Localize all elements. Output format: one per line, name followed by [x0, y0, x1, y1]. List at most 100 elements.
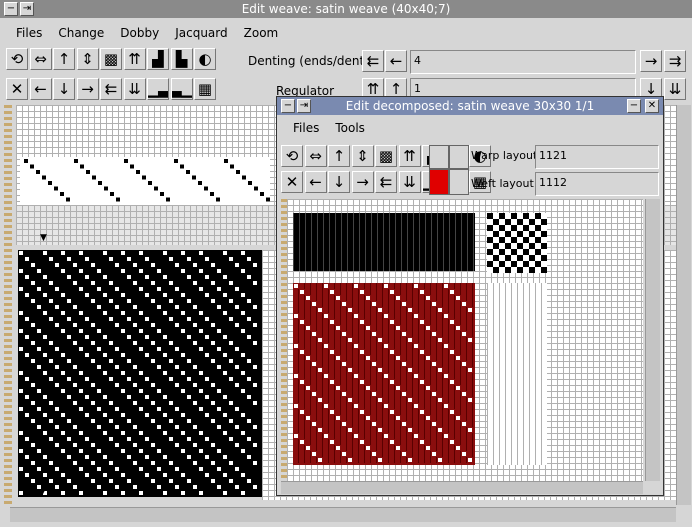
window-menu-button[interactable]: − — [4, 2, 18, 16]
denting-left-icon[interactable]: ← — [385, 50, 407, 72]
double-arrow-down-icon[interactable]: ⇊ — [123, 78, 146, 100]
flip-vertical-icon[interactable]: ⇕ — [76, 48, 99, 70]
arrow-down-icon[interactable]: ↓ — [53, 78, 75, 100]
double-arrow-up-icon[interactable]: ⇈ — [123, 48, 146, 70]
clear-icon[interactable]: ✕ — [6, 78, 28, 100]
weave-drawdown[interactable] — [18, 250, 262, 497]
decomposed-grid-line — [352, 289, 353, 295]
decomposed-title-bar[interactable]: Edit decomposed: satin weave 30x30 1/1 — [277, 97, 663, 115]
decomposed-white-cell — [402, 452, 406, 456]
drawdown-white-cell — [169, 257, 173, 261]
decomposed-grid-line — [328, 337, 329, 343]
menu-jacquard[interactable]: Jacquard — [167, 26, 235, 40]
sub-vertical-scrollbar[interactable] — [645, 199, 660, 481]
flip-horizontal-icon[interactable]: ⇔ — [29, 48, 52, 70]
drawdown-white-cell — [61, 473, 65, 477]
decomposed-window[interactable]: Edit decomposed: satin weave 30x30 1/1 −… — [276, 96, 664, 496]
drawdown-white-cell — [217, 329, 221, 333]
decomposed-draft-area[interactable] — [281, 199, 643, 481]
arrow-down-icon[interactable]: ↓ — [328, 171, 350, 193]
sub-window-pin-button[interactable]: ⇥ — [297, 99, 311, 113]
decomposed-grid-line — [304, 361, 305, 367]
double-arrow-down-icon[interactable]: ⇊ — [398, 171, 421, 193]
drawdown-white-cell — [253, 485, 257, 489]
decomposed-grid-line — [430, 427, 431, 433]
sub-menu-tools[interactable]: Tools — [327, 121, 373, 135]
sub-menu-files[interactable]: Files — [285, 121, 327, 135]
steps-up-icon[interactable]: ▟ — [147, 48, 169, 70]
decomposed-grid-line — [352, 409, 353, 415]
arrow-left-icon[interactable]: ← — [29, 78, 52, 100]
clear-icon[interactable]: ✕ — [281, 171, 303, 193]
checker-cell — [529, 219, 535, 225]
arrow-left-icon[interactable]: ← — [304, 171, 327, 193]
denting-input[interactable]: 4 — [410, 50, 636, 74]
drawdown-white-cell — [253, 305, 257, 309]
drawdown-white-cell — [121, 449, 125, 453]
main-horizontal-scrollbar[interactable] — [10, 507, 676, 522]
decomposed-grid-line — [466, 319, 467, 325]
decomposed-drawdown[interactable] — [293, 283, 475, 465]
weft-layout-input[interactable]: 1112 — [535, 172, 659, 196]
ramp-down-icon[interactable]: ▃▁ — [170, 78, 193, 100]
decomposed-grid-line — [460, 433, 461, 439]
decomposed-grid-line — [472, 421, 473, 427]
warp-block-line — [371, 213, 372, 271]
steps-down-icon[interactable]: ▙ — [170, 48, 193, 70]
decomposed-grid-line — [310, 313, 311, 319]
decomposed-grid-line — [322, 361, 323, 367]
rotate-icon[interactable]: ⟲ — [281, 145, 303, 167]
denting-double-right-icon[interactable]: ⇉ — [664, 50, 686, 72]
menu-zoom[interactable]: Zoom — [236, 26, 287, 40]
main-title-bar[interactable]: Edit weave: satin weave (40x40;7) — [0, 0, 692, 18]
half-fill-icon[interactable]: ◐ — [194, 48, 216, 70]
decomposed-grid-line — [460, 457, 461, 463]
menu-files[interactable]: Files — [8, 26, 50, 40]
color-swatch-weft[interactable] — [429, 169, 449, 195]
menu-change[interactable]: Change — [50, 26, 112, 40]
denting-right-icon[interactable]: → — [640, 50, 662, 72]
sub-close-button[interactable]: ✕ — [645, 99, 659, 113]
flip-vertical-icon[interactable]: ⇕ — [351, 145, 374, 167]
decomposed-grid-line — [298, 331, 299, 337]
arrow-right-icon[interactable]: → — [76, 78, 99, 100]
regulator-double-down-icon[interactable]: ⇊ — [664, 78, 686, 100]
drawdown-white-cell — [79, 329, 83, 333]
sub-minimize-button[interactable]: − — [627, 99, 641, 113]
rotate-icon[interactable]: ⟲ — [6, 48, 28, 70]
color-swatch-weft-2[interactable] — [449, 169, 469, 195]
arrow-right-icon[interactable]: → — [351, 171, 374, 193]
checker-cell — [535, 213, 541, 219]
double-arrow-up-icon[interactable]: ⇈ — [398, 145, 421, 167]
decomposed-grid-line — [364, 283, 365, 289]
arrow-up-icon[interactable]: ↑ — [53, 48, 75, 70]
menu-dobby[interactable]: Dobby — [112, 26, 167, 40]
arrow-up-icon[interactable]: ↑ — [328, 145, 350, 167]
drawdown-white-cell — [163, 413, 167, 417]
double-arrow-left-icon[interactable]: ⇇ — [375, 171, 397, 193]
double-arrow-left-icon[interactable]: ⇇ — [100, 78, 122, 100]
invert-pattern-icon[interactable]: ▩ — [100, 48, 122, 70]
checker-icon[interactable]: ▦ — [194, 78, 216, 100]
sub-window-menu-button[interactable]: − — [281, 99, 295, 113]
decomposed-grid-line — [358, 439, 359, 445]
decomposed-grid-line — [394, 325, 395, 331]
flip-horizontal-icon[interactable]: ⇔ — [304, 145, 327, 167]
color-swatch-warp-1[interactable] — [429, 145, 449, 169]
color-swatch-warp-2[interactable] — [449, 145, 469, 169]
invert-pattern-icon[interactable]: ▩ — [375, 145, 397, 167]
main-vertical-scrollbar[interactable] — [676, 105, 691, 505]
warp-block-line — [311, 213, 312, 271]
drawdown-white-cell — [37, 287, 41, 291]
ramp-up-icon[interactable]: ▁▃ — [147, 78, 169, 100]
denting-double-left-icon[interactable]: ⇇ — [362, 50, 384, 72]
decomposed-grid-line — [460, 307, 461, 313]
window-pin-button[interactable]: ⇥ — [20, 2, 34, 16]
decomposed-grid-line — [472, 295, 473, 301]
sub-horizontal-scrollbar[interactable] — [281, 481, 643, 494]
decomposed-grid-line — [448, 337, 449, 343]
warp-layout-input[interactable]: 1121 — [535, 145, 659, 169]
decomposed-white-cell — [420, 320, 424, 324]
drawdown-white-cell — [79, 407, 83, 411]
drawdown-white-cell — [55, 443, 59, 447]
